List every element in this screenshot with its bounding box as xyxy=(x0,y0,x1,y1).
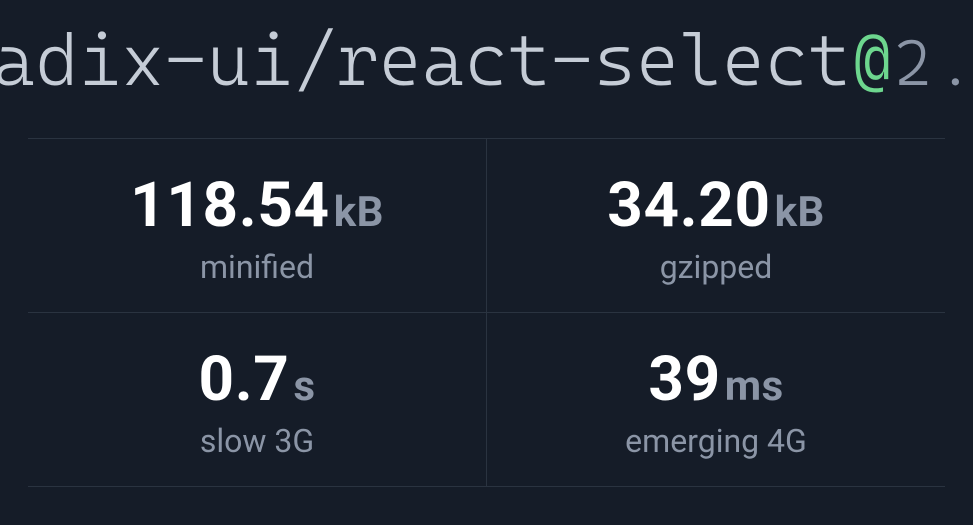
minified-unit: kB xyxy=(334,188,384,237)
package-name: radix-ui/react-select xyxy=(0,18,851,102)
emerging4g-value: 39 xyxy=(648,343,720,416)
stat-minified: 118.54 kB minified xyxy=(28,139,487,312)
slow3g-unit: s xyxy=(294,362,316,411)
minified-value: 118.54 xyxy=(130,169,330,242)
emerging4g-unit: ms xyxy=(725,362,784,411)
slow3g-value: 0.7 xyxy=(199,343,290,416)
at-separator: @ xyxy=(851,18,894,102)
gzipped-value: 34.20 xyxy=(607,169,770,242)
gzipped-unit: kB xyxy=(775,188,825,237)
package-title: radix-ui/react-select@2.2 xyxy=(0,0,973,110)
stat-gzipped: 34.20 kB gzipped xyxy=(487,139,945,312)
stats-grid: 118.54 kB minified 34.20 kB gzipped 0.7 … xyxy=(28,138,945,487)
package-version: 2.2 xyxy=(894,26,973,100)
slow3g-label: slow 3G xyxy=(200,422,314,460)
gzipped-label: gzipped xyxy=(660,248,773,286)
minified-label: minified xyxy=(200,248,314,286)
stats-row-time: 0.7 s slow 3G 39 ms emerging 4G xyxy=(28,313,945,487)
stat-value-wrapper: 34.20 kB xyxy=(607,169,824,242)
stat-value-wrapper: 39 ms xyxy=(648,343,783,416)
stat-value-wrapper: 118.54 kB xyxy=(130,169,384,242)
stat-slow-3g: 0.7 s slow 3G xyxy=(28,313,487,486)
stats-row-size: 118.54 kB minified 34.20 kB gzipped xyxy=(28,139,945,313)
stat-value-wrapper: 0.7 s xyxy=(199,343,316,416)
emerging4g-label: emerging 4G xyxy=(625,422,807,460)
stat-emerging-4g: 39 ms emerging 4G xyxy=(487,313,945,486)
